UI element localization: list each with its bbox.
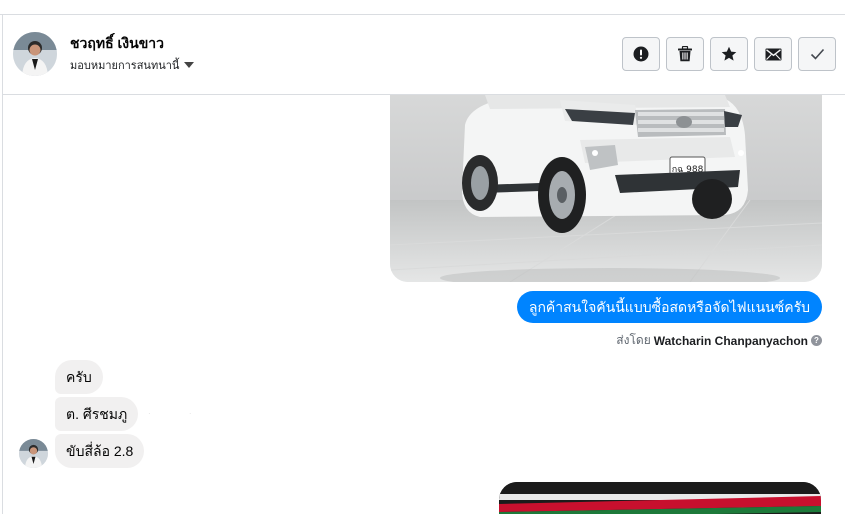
header-actions	[622, 37, 836, 71]
incoming-message[interactable]: ต. ศีรชมภู	[55, 397, 139, 431]
mark-done-button[interactable]	[798, 37, 836, 71]
delete-button[interactable]	[666, 37, 704, 71]
contact-name[interactable]: ชวฤทธิ์ เงินขาว	[70, 33, 164, 55]
alert-circle-icon	[633, 46, 649, 62]
outgoing-message[interactable]: ลูกค้าสนใจคันนี้แบบซื้อสดหรือจัดไฟแนนซ์ค…	[516, 291, 822, 323]
spam-button[interactable]	[622, 37, 660, 71]
trash-icon	[678, 46, 692, 62]
mark-unread-button[interactable]	[754, 37, 792, 71]
star-button[interactable]	[710, 37, 748, 71]
check-icon	[810, 48, 824, 60]
faint-marks: · ·	[148, 409, 210, 418]
sent-by-prefix: ส่งโดย	[616, 333, 651, 347]
envelope-icon	[765, 48, 781, 60]
caret-down-icon	[184, 62, 195, 68]
outgoing-banner-photo[interactable]	[499, 482, 821, 514]
person-avatar-icon	[13, 32, 57, 76]
incoming-message[interactable]: ขับสี่ล้อ 2.8	[55, 434, 145, 468]
conversation-header: ชวฤทธิ์ เงินขาว มอบหมายการสนทนานี้	[3, 15, 845, 95]
help-icon[interactable]: ?	[811, 335, 822, 346]
sender-avatar[interactable]	[19, 439, 48, 468]
incoming-message[interactable]: ครับ	[55, 360, 103, 394]
assign-conversation-dropdown[interactable]: มอบหมายการสนทนานี้	[70, 56, 195, 74]
sent-by-name: Watcharin Chanpanyachon	[653, 333, 808, 348]
outgoing-car-photo[interactable]: กฉ 988	[390, 95, 822, 282]
star-icon	[721, 46, 737, 61]
car-photo-image: กฉ 988	[390, 95, 822, 282]
contact-avatar[interactable]	[13, 32, 57, 76]
assign-label: มอบหมายการสนทนานี้	[70, 60, 180, 72]
banner-photo-image	[499, 482, 821, 514]
person-avatar-icon	[19, 439, 48, 468]
sent-by-info: ส่งโดย Watcharin Chanpanyachon ?	[616, 331, 822, 350]
